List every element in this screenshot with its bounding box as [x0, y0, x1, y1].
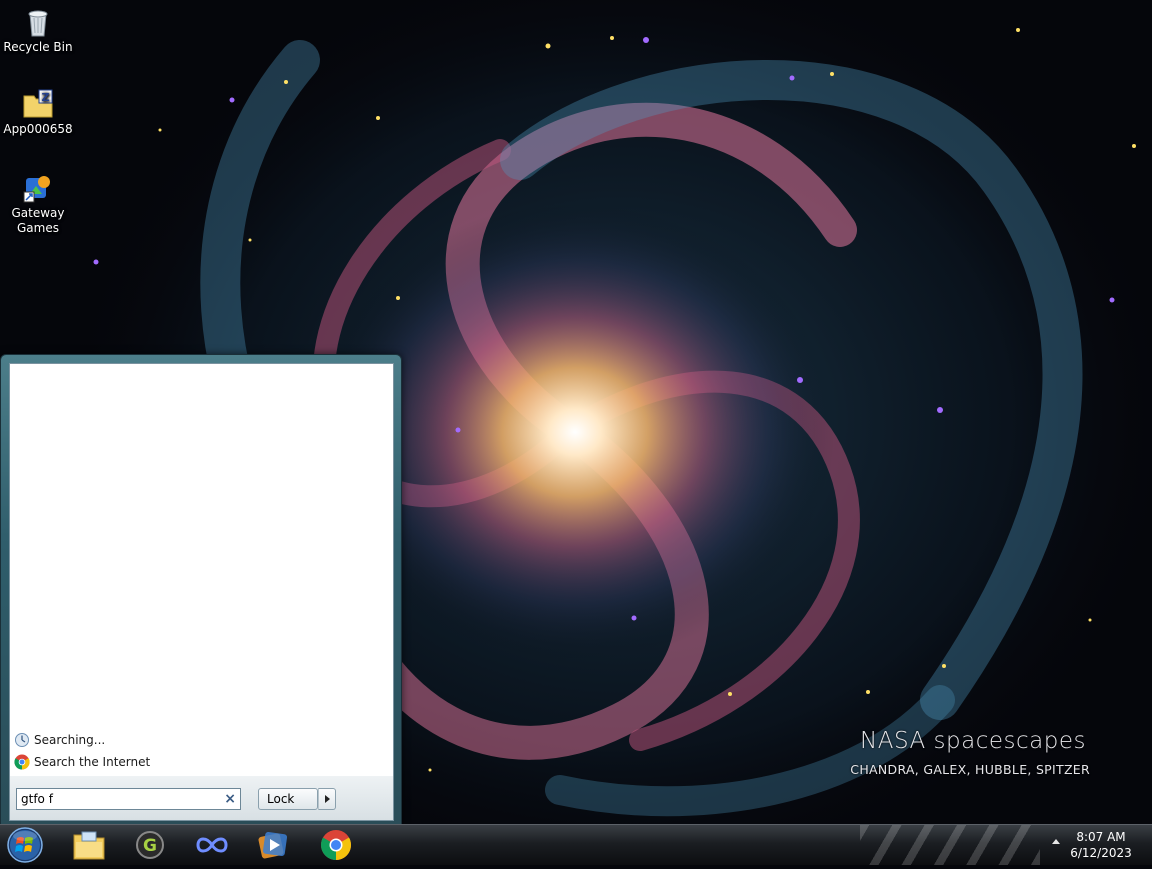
taskbar-sheen [860, 825, 1040, 865]
searching-icon [14, 732, 30, 748]
recycle-bin-icon [22, 6, 54, 38]
svg-text:G: G [143, 836, 157, 856]
zip-folder-icon: Z [22, 88, 54, 120]
result-search-internet[interactable]: Search the Internet [14, 752, 384, 772]
desktop-icon-label: Gateway Games [11, 206, 65, 235]
start-search-input[interactable] [21, 791, 216, 807]
wallpaper-subtitle: CHANDRA, GALEX, HUBBLE, SPITZER [850, 762, 1090, 777]
desktop-icon-gateway-games[interactable]: Gateway Games [1, 172, 75, 236]
wallpaper-title: NASA spacescapes [860, 728, 1086, 754]
clock-time: 8:07 AM [1076, 830, 1126, 844]
windows-start-icon[interactable] [4, 825, 46, 865]
system-clock[interactable]: 8:07 AM 6/12/2023 [1062, 829, 1140, 861]
svg-text:Z: Z [42, 91, 50, 104]
start-search-box: × [16, 788, 241, 810]
start-menu-bottom-bar: × Lock [9, 776, 394, 821]
lock-button[interactable]: Lock [258, 788, 318, 810]
desktop-icon-label: Recycle Bin [3, 40, 73, 54]
desktop-icon-app000658[interactable]: Z App000658 [1, 88, 75, 137]
clock-date: 6/12/2023 [1070, 846, 1132, 860]
start-menu: Searching... Search the Internet × Lock [0, 354, 402, 826]
g-app-icon[interactable]: G [125, 827, 175, 863]
taskbar: G 8:07 AM 6/12/2023 [0, 824, 1152, 865]
desktop-icon-label: App000658 [3, 122, 73, 136]
chrome-icon[interactable] [311, 827, 361, 863]
file-explorer-icon[interactable] [64, 827, 114, 863]
media-player-icon[interactable] [248, 827, 298, 863]
close-icon[interactable]: × [224, 790, 236, 808]
desktop-icon-recycle-bin[interactable]: Recycle Bin [1, 6, 75, 55]
chrome-icon [14, 754, 30, 770]
result-label: Searching... [34, 733, 106, 747]
chevron-right-icon[interactable] [318, 788, 336, 810]
infinity-app-icon[interactable] [187, 827, 237, 863]
show-hidden-icons-icon[interactable] [1052, 839, 1060, 844]
result-searching: Searching... [14, 730, 384, 750]
result-label: Search the Internet [34, 755, 151, 769]
search-results-panel: Searching... Search the Internet [9, 363, 394, 777]
gateway-games-icon [22, 172, 54, 204]
